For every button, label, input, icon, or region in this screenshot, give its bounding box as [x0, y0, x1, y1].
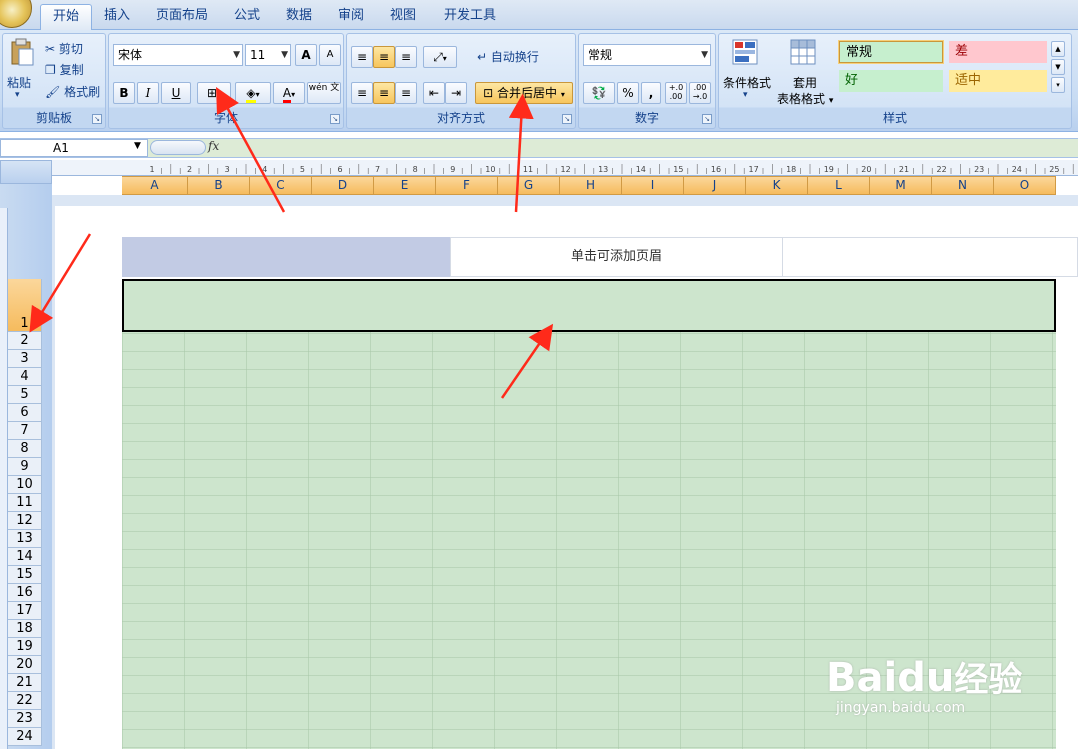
arrow-to-row-1: [29, 233, 92, 333]
arrow-to-merge-button: [508, 93, 534, 213]
annotation-arrows: [29, 87, 554, 399]
arrow-to-border-button: [216, 87, 286, 213]
arrow-to-merged-cell: [500, 323, 554, 399]
